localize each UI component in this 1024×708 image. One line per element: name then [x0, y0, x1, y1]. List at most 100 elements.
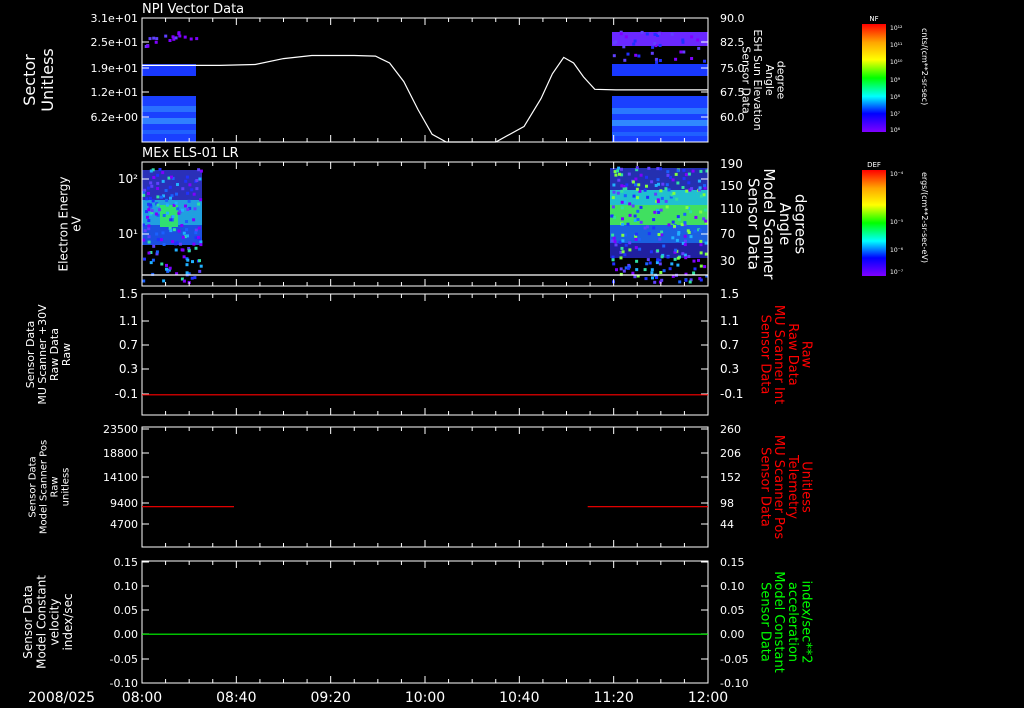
heatmap-cell [162, 243, 166, 246]
heatmap-cell [147, 240, 151, 244]
y-tick-label: 0.00 [114, 628, 139, 641]
heatmap-cell [651, 45, 655, 49]
heatmap-cell [702, 193, 706, 197]
y-axis-title-right-line: Angle [763, 64, 776, 96]
y-tick-label-right: 0.05 [720, 604, 745, 617]
colorbar-tick-label: 10¹⁰ [890, 59, 903, 66]
heatmap-cell [653, 32, 657, 36]
heatmap-cell [674, 248, 678, 252]
heatmap-cell [181, 208, 184, 212]
y-axis-title-line: Unitless [38, 48, 57, 112]
colorbar-tick-label: 10⁻⁷ [890, 269, 904, 276]
heatmap-cell [699, 210, 703, 214]
heatmap-cell [164, 34, 168, 38]
heatmap-cell [634, 183, 637, 187]
heatmap-cell [177, 229, 181, 233]
x-tick-label: 10:00 [405, 690, 445, 706]
heatmap-cell [637, 183, 641, 187]
heatmap-cell [169, 196, 172, 200]
heatmap-cell [633, 275, 637, 279]
heatmap-cell [156, 238, 160, 242]
heatmap-cell [199, 243, 203, 247]
heatmap-cell [703, 265, 707, 269]
panel-title: NPI Vector Data [142, 2, 244, 17]
heatmap-cell [684, 278, 688, 282]
y-tick-label-right: 1.5 [720, 287, 739, 301]
heatmap-cell [680, 223, 684, 227]
heatmap-cell [703, 59, 706, 63]
heatmap-cell [681, 252, 685, 256]
y-tick-label-right: 44 [720, 518, 734, 531]
heatmap-cell [645, 262, 649, 266]
heatmap-cell [154, 40, 158, 44]
heatmap-cell [147, 219, 151, 222]
heatmap-cell [152, 244, 156, 248]
heatmap-cell [638, 247, 642, 251]
y-tick-label: 1.9e+01 [91, 62, 138, 75]
y-tick-label-right: 190 [720, 157, 743, 171]
heatmap-cell [654, 57, 658, 61]
y-tick-label-right: 70 [720, 227, 735, 241]
heatmap-cell [666, 170, 670, 174]
heatmap-cell [182, 231, 186, 235]
heatmap-cell [657, 182, 660, 186]
heatmap-cell [189, 37, 193, 41]
heatmap-cell [650, 268, 654, 272]
y-tick-label: 0.15 [114, 556, 139, 569]
heatmap-cell [693, 229, 697, 233]
heatmap-cell [675, 197, 679, 201]
heatmap-cell [168, 39, 172, 42]
heatmap-cell [657, 32, 661, 36]
y-tick-label-right: 0.00 [720, 628, 745, 641]
heatmap-cell [645, 225, 649, 229]
heatmap-cell [621, 239, 625, 243]
y-tick-label: 0.3 [119, 362, 138, 376]
y-axis-title-right-line: Unitless [798, 461, 813, 513]
y-tick-label-right: 0.3 [720, 362, 739, 376]
heatmap-cell [155, 232, 159, 236]
heatmap-cell [688, 280, 692, 284]
panel-frame [141, 426, 709, 548]
heatmap-cell [662, 269, 666, 273]
x-tick-label: 09:20 [310, 690, 350, 706]
heatmap-cell [165, 267, 168, 271]
heatmap-cell [152, 176, 156, 179]
heatmap-cell [650, 180, 654, 184]
heatmap-cell [611, 196, 615, 200]
heatmap-cell [198, 177, 202, 181]
heatmap-cell [670, 32, 674, 36]
y-axis-title-right-line: Sensor Data [744, 178, 762, 270]
y-axis-title-line: MU Scanner +30V [36, 304, 49, 405]
heatmap-cell [195, 179, 199, 182]
heatmap-cell [624, 35, 628, 39]
heatmap-cell [192, 218, 196, 222]
heatmap-cell [611, 258, 615, 262]
heatmap-cell [646, 195, 650, 199]
heatmap-cell [653, 210, 657, 214]
y-tick-label-right: 152 [720, 471, 741, 484]
heatmap-cell [619, 256, 623, 260]
heatmap-cell [621, 233, 625, 237]
heatmap-cell [650, 271, 654, 275]
heatmap-cell [656, 249, 660, 253]
heatmap-cell [697, 258, 700, 262]
heatmap-cell [147, 235, 151, 239]
heatmap-cell [193, 276, 197, 280]
heatmap-cell [662, 244, 666, 248]
heatmap-block [610, 205, 708, 225]
y-tick-label: 0.10 [114, 580, 139, 593]
heatmap-cell [164, 189, 168, 192]
heatmap-block [142, 130, 196, 134]
heatmap-cell [674, 57, 678, 61]
heatmap-cell [704, 252, 708, 256]
heatmap-cell [657, 233, 661, 236]
y-tick-label: 18800 [103, 447, 138, 460]
heatmap-cell [142, 279, 146, 283]
heatmap-cell [147, 224, 151, 228]
heatmap-cell [146, 44, 150, 48]
heatmap-cell [146, 215, 149, 219]
y-tick-label: 3.1e+01 [91, 12, 138, 25]
heatmap-cell [633, 218, 637, 222]
y-axis-title: Sensor DataModel Constantvelocityindex/s… [21, 575, 75, 669]
y-axis-title-right-line: degree [774, 61, 787, 100]
